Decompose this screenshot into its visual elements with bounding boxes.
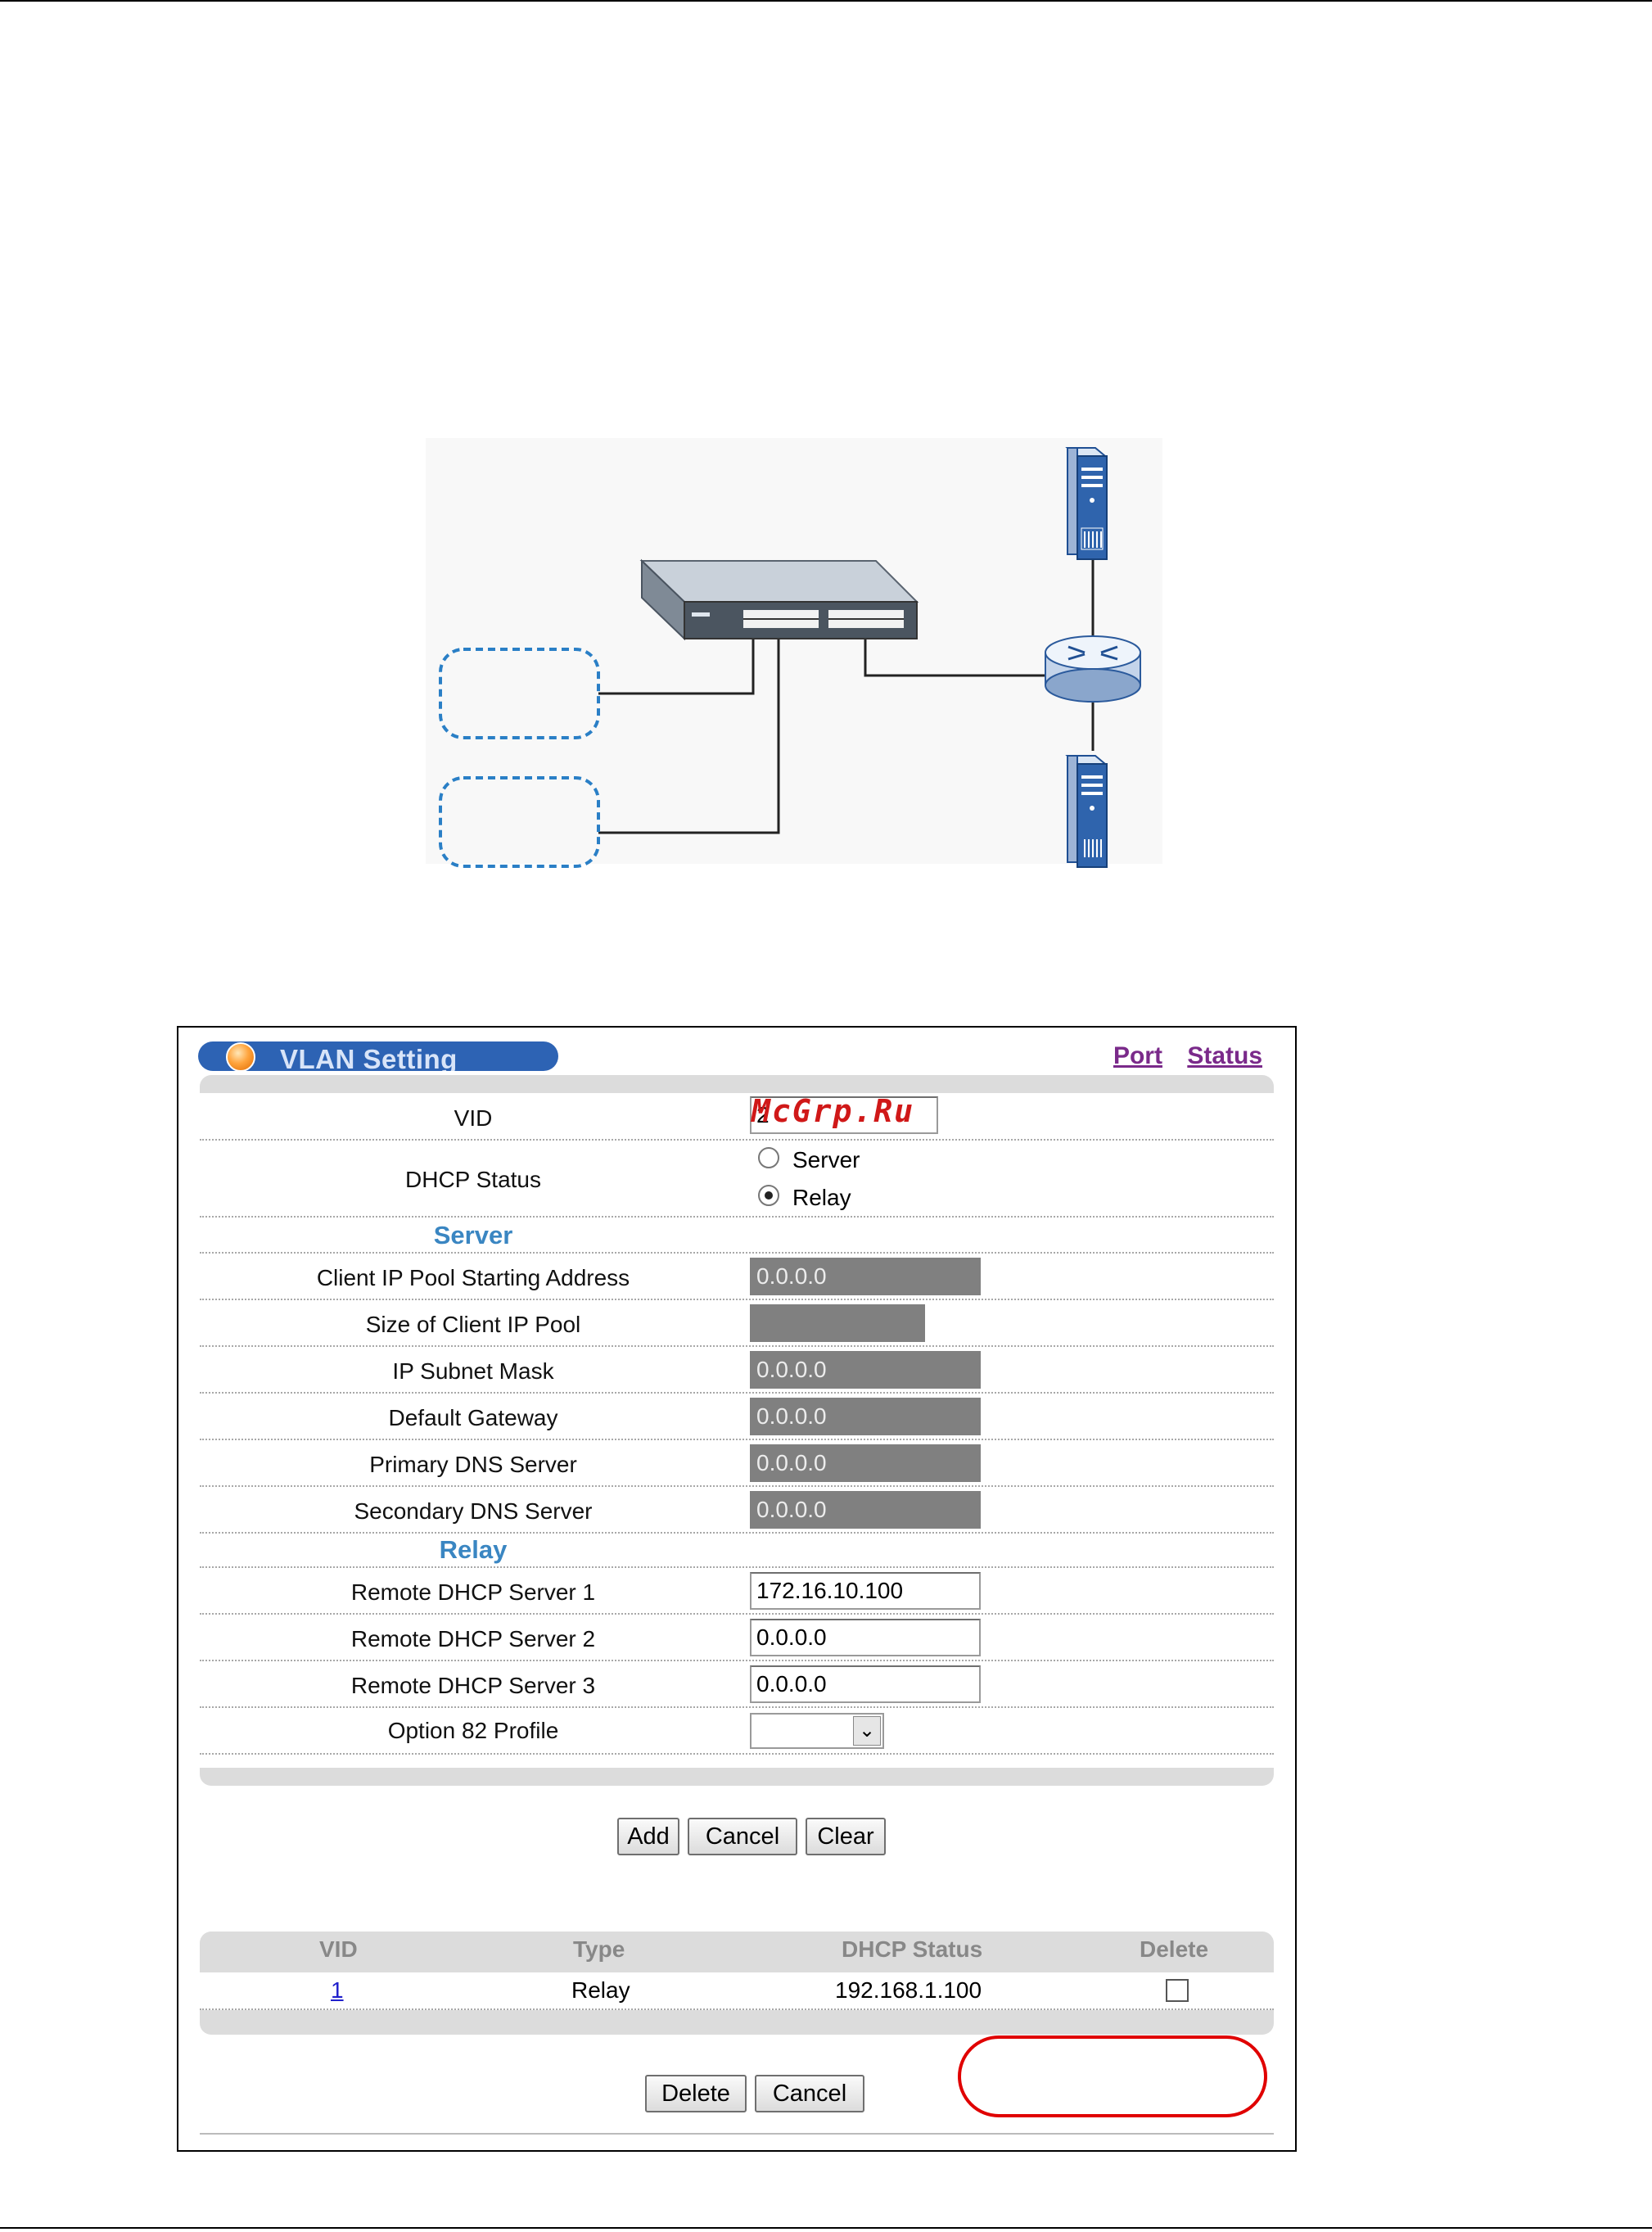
default-gateway-label: Default Gateway — [388, 1405, 558, 1430]
server-icon-bottom — [1065, 755, 1108, 868]
primary-dns-label: Primary DNS Server — [369, 1452, 577, 1477]
pool-size-input — [750, 1304, 925, 1342]
port-link[interactable]: Port — [1113, 1042, 1162, 1069]
col-header-type: Type — [573, 1936, 625, 1962]
top-links: Port Status — [1095, 1042, 1262, 1070]
pool-size-label: Size of Client IP Pool — [365, 1312, 581, 1337]
vid-label: VID — [454, 1105, 493, 1131]
delete-button[interactable]: Delete — [645, 2075, 747, 2112]
remote-dhcp-2-input[interactable]: 0.0.0.0 — [750, 1619, 981, 1656]
subnet-mask-input: 0.0.0.0 — [750, 1351, 981, 1389]
col-header-vid: VID — [319, 1936, 358, 1962]
remote-dhcp-2-label: Remote DHCP Server 2 — [350, 1626, 596, 1651]
router-icon — [1045, 635, 1141, 703]
vlan-setting-screen: VLAN Setting Port Status VID 2 DHCP Stat… — [177, 1026, 1297, 2152]
remote-dhcp-1-input[interactable]: 172.16.10.100 — [750, 1572, 981, 1610]
cancel-bottom-button[interactable]: Cancel — [755, 2075, 864, 2112]
server-field-row: Default Gateway 0.0.0.0 — [200, 1394, 1274, 1440]
option82-label: Option 82 Profile — [387, 1718, 559, 1743]
row-type: Relay — [571, 1977, 630, 2003]
network-diagram — [426, 438, 1162, 868]
primary-dns-input: 0.0.0.0 — [750, 1444, 981, 1482]
server-radio[interactable] — [758, 1147, 779, 1168]
bottom-rule — [0, 2227, 1652, 2229]
option82-row: Option 82 Profile ⌄ — [200, 1708, 1274, 1755]
bottom-divider — [200, 2133, 1274, 2135]
switch-icon — [639, 558, 919, 641]
row-vid-link[interactable]: 1 — [331, 1977, 344, 2004]
relay-radio[interactable] — [758, 1185, 779, 1206]
status-link[interactable]: Status — [1187, 1042, 1262, 1069]
relay-radio-label: Relay — [792, 1185, 851, 1210]
cancel-button[interactable]: Cancel — [688, 1818, 797, 1855]
secondary-dns-input: 0.0.0.0 — [750, 1491, 981, 1529]
server-field-row: IP Subnet Mask 0.0.0.0 — [200, 1347, 1274, 1394]
server-field-row: Size of Client IP Pool — [200, 1300, 1274, 1347]
pool-start-label: Client IP Pool Starting Address — [316, 1265, 630, 1290]
dhcp-status-row: DHCP Status Server Relay — [200, 1141, 1274, 1218]
server-section-heading: Server — [433, 1221, 513, 1249]
chevron-down-icon[interactable]: ⌄ — [853, 1716, 881, 1746]
relay-field-row: Remote DHCP Server 2 0.0.0.0 — [200, 1615, 1274, 1661]
vlan-table: VID Type DHCP Status Delete 1 Relay 192.… — [200, 1932, 1274, 2035]
title-bar: VLAN Setting — [198, 1041, 558, 1071]
orb-icon — [226, 1042, 255, 1071]
col-header-delete: Delete — [1140, 1936, 1209, 1962]
page-title: VLAN Setting — [280, 1044, 458, 1071]
server-icon-top — [1065, 447, 1108, 560]
relay-field-row: Remote DHCP Server 1 172.16.10.100 — [200, 1568, 1274, 1615]
relay-section-row: Relay — [200, 1534, 1274, 1568]
option82-select[interactable]: ⌄ — [750, 1713, 884, 1749]
server-field-row: Secondary DNS Server 0.0.0.0 — [200, 1487, 1274, 1534]
server-field-row: Primary DNS Server 0.0.0.0 — [200, 1440, 1274, 1487]
remote-dhcp-1-label: Remote DHCP Server 1 — [350, 1579, 596, 1605]
pool-start-input: 0.0.0.0 — [750, 1258, 981, 1295]
row-delete-checkbox[interactable] — [1166, 1979, 1189, 2002]
row-dhcp-status: 192.168.1.100 — [835, 1977, 982, 2003]
highlight-oval — [958, 2035, 1267, 2117]
settings-body: VID 2 DHCP Status Server Relay Server Cl… — [200, 1093, 1274, 1768]
server-field-row: Client IP Pool Starting Address 0.0.0.0 — [200, 1254, 1274, 1300]
relay-section-heading: Relay — [439, 1535, 508, 1564]
col-header-dhcp-status: DHCP Status — [842, 1936, 983, 1962]
settings-panel: VID 2 DHCP Status Server Relay Server Cl… — [200, 1075, 1274, 1786]
add-button[interactable]: Add — [617, 1818, 679, 1855]
top-rule — [0, 0, 1652, 2]
remote-dhcp-3-label: Remote DHCP Server 3 — [350, 1673, 596, 1698]
dhcp-status-label: DHCP Status — [405, 1167, 541, 1192]
secondary-dns-label: Secondary DNS Server — [354, 1498, 593, 1524]
server-section-row: Server — [200, 1218, 1274, 1254]
watermark-text: McGrp.Ru — [752, 1093, 915, 1129]
clear-button[interactable]: Clear — [806, 1818, 886, 1855]
relay-field-row: Remote DHCP Server 3 0.0.0.0 — [200, 1661, 1274, 1708]
vid-row: VID 2 — [200, 1093, 1274, 1141]
default-gateway-input: 0.0.0.0 — [750, 1398, 981, 1435]
table-row: 1 Relay 192.168.1.100 — [200, 1972, 1274, 2010]
subnet-mask-label: IP Subnet Mask — [392, 1358, 554, 1384]
server-radio-label: Server — [792, 1147, 860, 1172]
remote-dhcp-3-input[interactable]: 0.0.0.0 — [750, 1665, 981, 1703]
